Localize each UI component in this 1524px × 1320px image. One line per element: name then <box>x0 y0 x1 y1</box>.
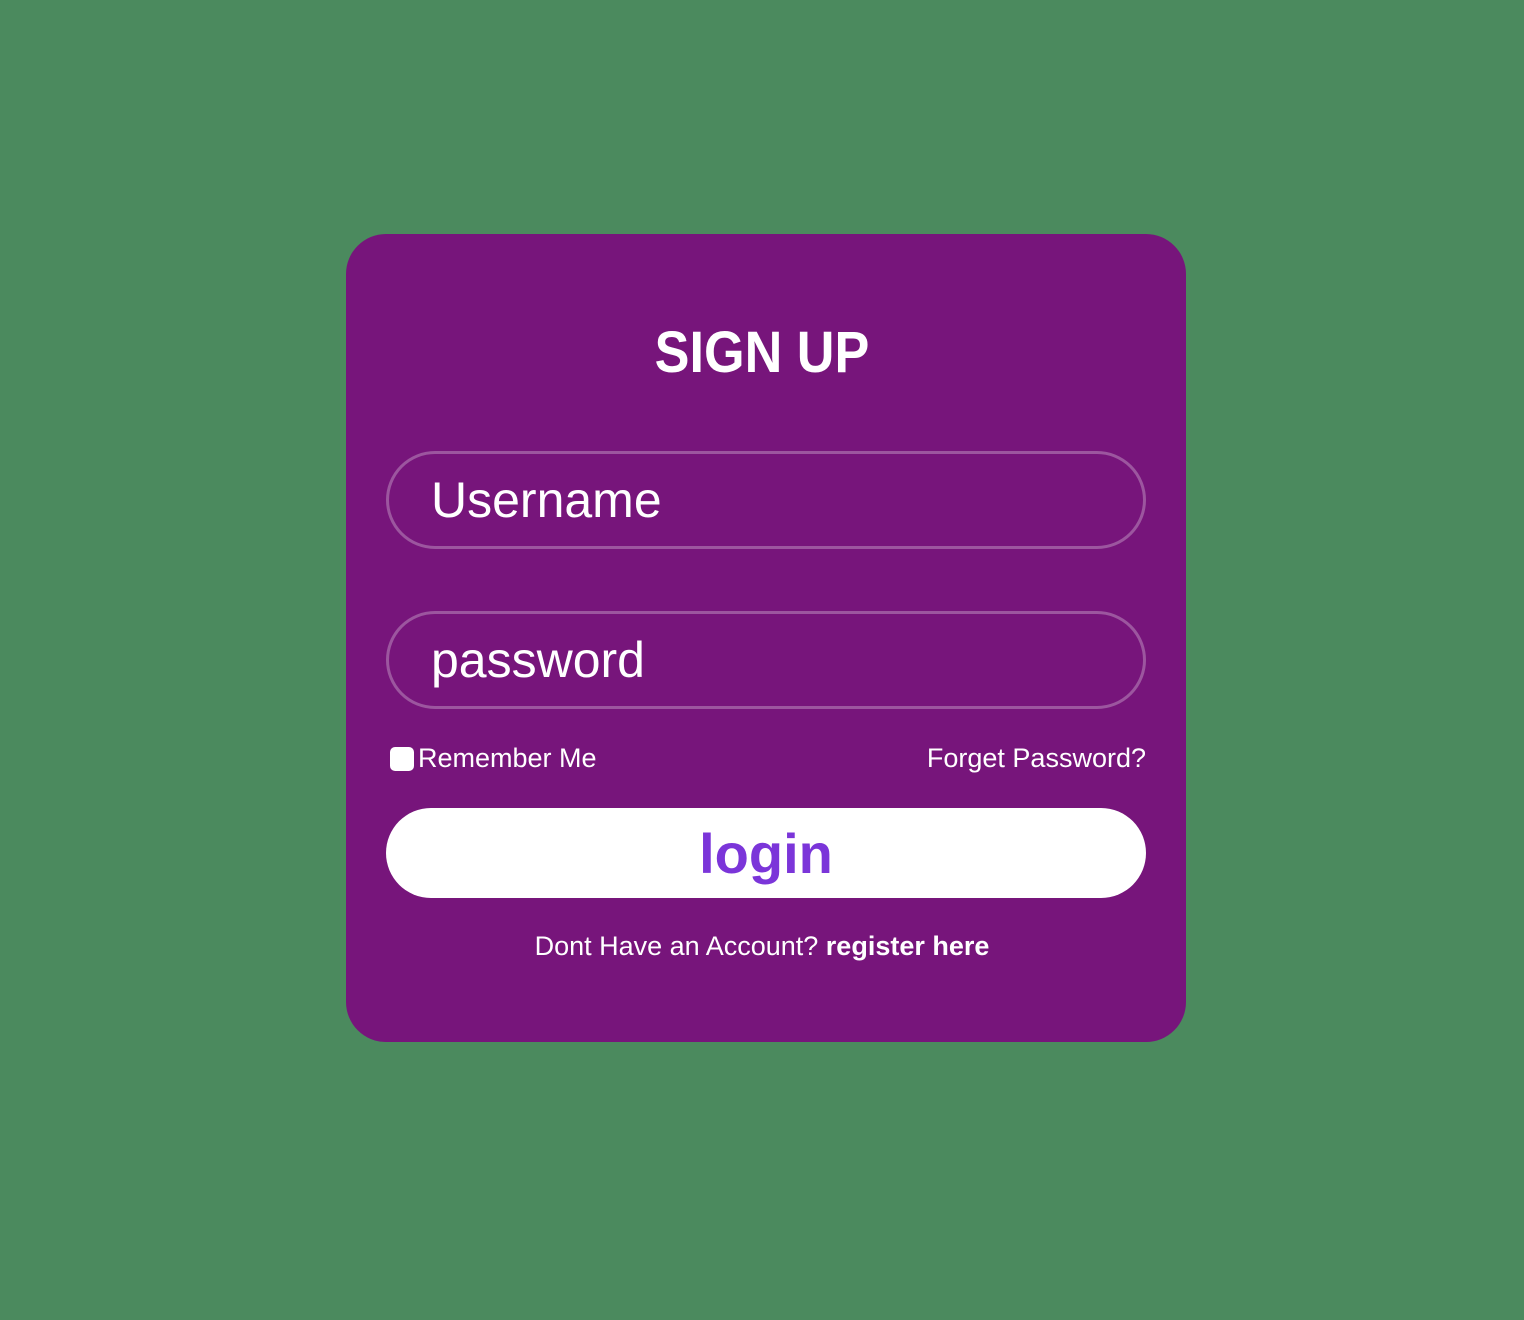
password-input[interactable] <box>386 611 1146 709</box>
register-prompt: Dont Have an Account? register here <box>0 928 1524 964</box>
remember-me[interactable]: Remember Me <box>390 740 597 776</box>
register-prompt-text: Dont Have an Account? <box>534 931 819 961</box>
forget-password-link[interactable]: Forget Password? <box>927 740 1146 776</box>
username-input[interactable] <box>386 451 1146 549</box>
register-link[interactable]: register here <box>826 931 990 961</box>
login-button[interactable]: login <box>386 808 1146 898</box>
form-title: SIGN UP <box>654 320 870 385</box>
remember-me-label: Remember Me <box>418 742 597 773</box>
remember-me-checkbox[interactable] <box>390 747 414 771</box>
